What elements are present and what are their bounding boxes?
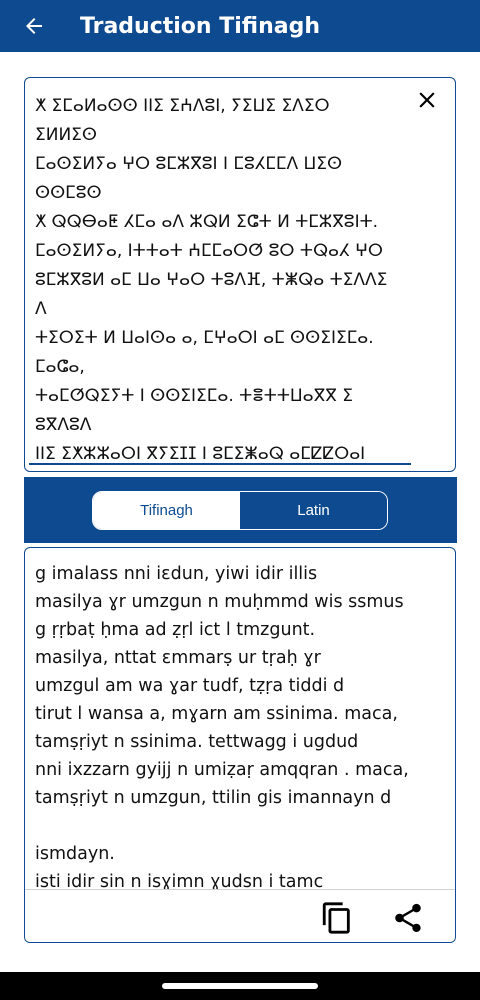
copy-icon — [322, 902, 350, 934]
system-navigation-bar — [0, 972, 480, 1000]
latin-output-text: g imalass nni iɛdun, yiwi idir illis mas… — [35, 564, 409, 892]
script-segmented-control: Tifinagh Latin — [92, 491, 388, 530]
copy-button[interactable] — [319, 900, 355, 936]
tab-latin[interactable]: Latin — [240, 492, 387, 529]
tifinagh-input-card: ⵅ ⵉⵎⴰⵍⴰⵙⵙ ⵏⵏⵉ ⵉⵄⴷⵓⵏ, ⵢⵉⵡⵉ ⵉⴷⵉⵔ ⵉⵍⵍⵉⵙ ⵎⴰⵙ… — [24, 77, 456, 472]
page-title: Traduction Tifinagh — [80, 13, 321, 39]
arrow-left-icon — [26, 18, 42, 34]
share-button[interactable] — [390, 900, 426, 936]
share-icon — [395, 903, 421, 933]
back-button[interactable] — [16, 8, 52, 44]
close-icon — [419, 92, 435, 108]
latin-output-card: g imalass nni iɛdun, yiwi idir illis mas… — [24, 547, 456, 943]
output-action-bar — [25, 890, 455, 942]
script-toggle-band: Tifinagh Latin — [24, 477, 457, 543]
input-underline — [29, 463, 411, 465]
tifinagh-text-field[interactable]: ⵅ ⵉⵎⴰⵍⴰⵙⵙ ⵏⵏⵉ ⵉⵄⴷⵓⵏ, ⵢⵉⵡⵉ ⵉⴷⵉⵔ ⵉⵍⵍⵉⵙ ⵎⴰⵙ… — [35, 92, 405, 469]
tab-tifinagh[interactable]: Tifinagh — [93, 492, 240, 529]
app-bar: Traduction Tifinagh — [0, 0, 480, 52]
clear-button[interactable] — [409, 82, 445, 118]
home-gesture-handle[interactable] — [162, 983, 318, 989]
